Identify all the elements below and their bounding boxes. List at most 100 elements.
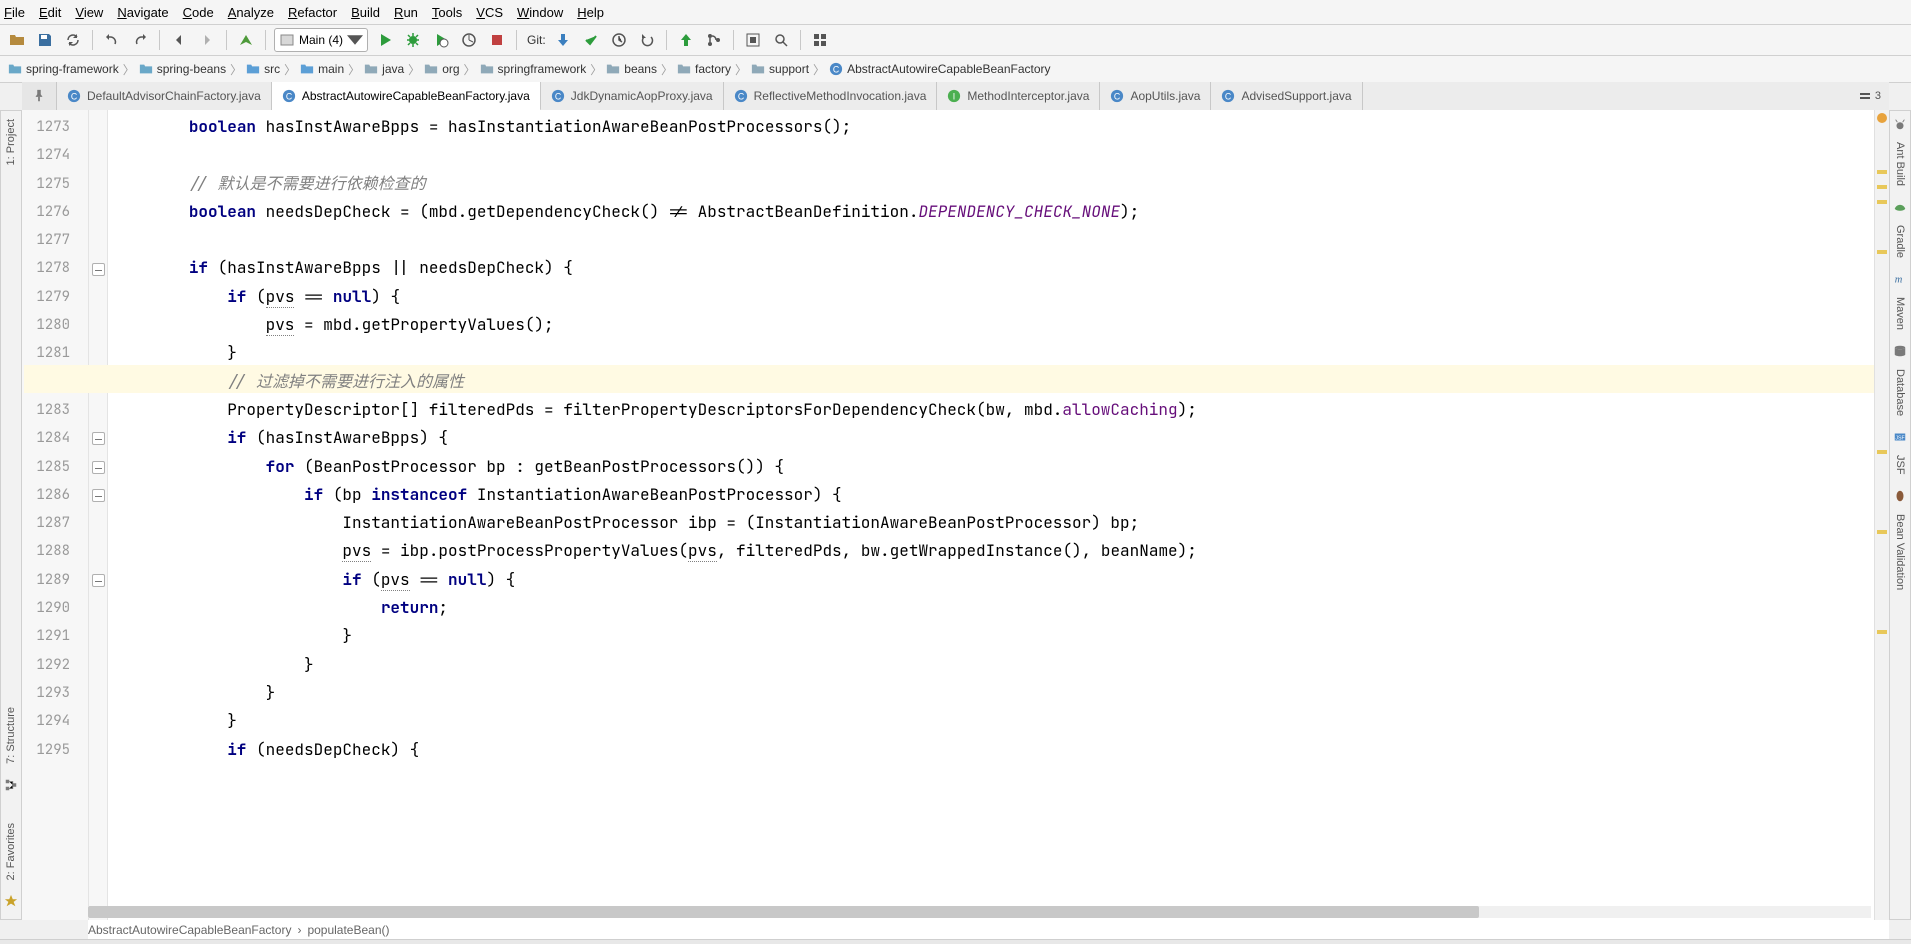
line-number[interactable]: 1284 [22, 424, 88, 452]
tab-overflow[interactable]: 3 [1851, 82, 1889, 110]
tool-window-gradle[interactable]: Gradle [1892, 217, 1908, 266]
menu-tools[interactable]: Tools [432, 5, 462, 20]
fold-toggle[interactable] [92, 489, 105, 502]
code-line[interactable]: } [112, 622, 1874, 650]
breadcrumb-src[interactable]: src [246, 62, 280, 76]
code-line[interactable]: boolean hasInstAwareBpps = hasInstantiat… [112, 113, 1874, 141]
ide-settings-button[interactable] [742, 29, 764, 51]
line-number[interactable]: 1277 [22, 226, 88, 254]
breadcrumb-factory[interactable]: factory [677, 62, 731, 76]
breadcrumb-main[interactable]: main [300, 62, 344, 76]
fold-toggle[interactable] [92, 461, 105, 474]
tool-window-jsf[interactable]: JSF [1892, 447, 1908, 483]
menu-navigate[interactable]: Navigate [117, 5, 168, 20]
forward-button[interactable] [196, 29, 218, 51]
line-number[interactable]: 1275 [22, 170, 88, 198]
code-line[interactable]: if (hasInstAwareBpps) { [112, 424, 1874, 452]
line-number[interactable]: 1285 [22, 453, 88, 481]
tab-pin-icon[interactable] [22, 82, 57, 110]
vcs-commit-button[interactable] [580, 29, 602, 51]
build-button[interactable] [235, 29, 257, 51]
line-number[interactable]: 1291 [22, 622, 88, 650]
editor-tab[interactable]: CAbstractAutowireCapableBeanFactory.java [272, 82, 541, 111]
menu-file[interactable]: File [4, 5, 25, 20]
menu-code[interactable]: Code [183, 5, 214, 20]
fold-toggle[interactable] [92, 263, 105, 276]
fold-toggle[interactable] [92, 432, 105, 445]
code-line[interactable]: if (pvs == null) { [112, 566, 1874, 594]
code-line[interactable]: } [112, 339, 1874, 367]
code-line[interactable]: // 默认是不需要进行依赖检查的 [112, 170, 1874, 198]
vcs-revert-button[interactable] [636, 29, 658, 51]
line-number[interactable]: 1294 [22, 707, 88, 735]
vcs-update-button[interactable] [552, 29, 574, 51]
line-number[interactable]: 1276 [22, 198, 88, 226]
vcs-push-button[interactable] [675, 29, 697, 51]
menu-run[interactable]: Run [394, 5, 418, 20]
breadcrumb-java[interactable]: java [364, 62, 404, 76]
menu-vcs[interactable]: VCS [476, 5, 503, 20]
editor-horizontal-scrollbar[interactable] [88, 906, 1871, 918]
line-number[interactable]: 1295 [22, 736, 88, 764]
error-stripe[interactable] [1874, 110, 1889, 920]
code-line[interactable] [112, 226, 1874, 254]
code-line[interactable]: for (BeanPostProcessor bp : getBeanPostP… [112, 453, 1874, 481]
editor-crumb-class[interactable]: AbstractAutowireCapableBeanFactory [88, 923, 291, 937]
code-line[interactable] [112, 141, 1874, 169]
code-line[interactable]: } [112, 707, 1874, 735]
breadcrumb-support[interactable]: support [751, 62, 809, 76]
save-all-button[interactable] [34, 29, 56, 51]
editor-tab[interactable]: CReflectiveMethodInvocation.java [724, 82, 938, 110]
coverage-button[interactable] [430, 29, 452, 51]
code-line[interactable]: return; [112, 594, 1874, 622]
line-number[interactable]: 1290 [22, 594, 88, 622]
editor-crumb-method[interactable]: populateBean() [307, 923, 389, 937]
tool-window-maven[interactable]: Maven [1892, 289, 1908, 338]
stop-button[interactable] [486, 29, 508, 51]
menu-analyze[interactable]: Analyze [228, 5, 274, 20]
fold-toggle[interactable] [92, 574, 105, 587]
line-number[interactable]: 1274 [22, 141, 88, 169]
code-line[interactable]: pvs = mbd.getPropertyValues(); [112, 311, 1874, 339]
back-button[interactable] [168, 29, 190, 51]
code-line[interactable]: InstantiationAwareBeanPostProcessor ibp … [112, 509, 1874, 537]
run-button[interactable] [374, 29, 396, 51]
open-button[interactable] [6, 29, 28, 51]
menu-view[interactable]: View [75, 5, 103, 20]
code-line[interactable]: boolean needsDepCheck = (mbd.getDependen… [112, 198, 1874, 226]
code-line[interactable]: pvs = ibp.postProcessPropertyValues(pvs,… [112, 537, 1874, 565]
line-number-gutter[interactable]: 1273127412751276127712781279128012811282… [22, 110, 89, 920]
breadcrumb-abstractautowirecapablebeanfactory[interactable]: CAbstractAutowireCapableBeanFactory [829, 62, 1050, 76]
tool-window-structure[interactable]: 7: Structure [3, 699, 19, 772]
breadcrumb-org[interactable]: org [424, 62, 459, 76]
line-number[interactable]: 1287 [22, 509, 88, 537]
breadcrumb-spring-framework[interactable]: spring-framework [8, 62, 119, 76]
tool-window-favorites[interactable]: 2: Favorites [3, 815, 19, 888]
menu-window[interactable]: Window [517, 5, 563, 20]
code-line[interactable]: if (pvs == null) { [112, 283, 1874, 311]
line-number[interactable]: 1289 [22, 566, 88, 594]
breadcrumb-spring-beans[interactable]: spring-beans [139, 62, 226, 76]
editor-breadcrumb[interactable]: AbstractAutowireCapableBeanFactory › pop… [88, 920, 1889, 940]
line-number[interactable]: 1279 [22, 283, 88, 311]
code-line[interactable]: PropertyDescriptor[] filteredPds = filte… [112, 396, 1874, 424]
line-number[interactable]: 1278 [22, 254, 88, 282]
code-line[interactable]: if (hasInstAwareBpps || needsDepCheck) { [112, 254, 1874, 282]
redo-button[interactable] [129, 29, 151, 51]
tool-window-ant-build[interactable]: Ant Build [1892, 134, 1908, 194]
run-config-combo[interactable]: Main (4) [274, 28, 368, 52]
menu-refactor[interactable]: Refactor [288, 5, 337, 20]
line-number[interactable]: 1273 [22, 113, 88, 141]
editor-tab[interactable]: CDefaultAdvisorChainFactory.java [57, 82, 272, 110]
line-number[interactable]: 1280 [22, 311, 88, 339]
code-editor[interactable]: boolean hasInstAwareBpps = hasInstantiat… [108, 110, 1874, 920]
line-number[interactable]: 1286 [22, 481, 88, 509]
vcs-branch-button[interactable] [703, 29, 725, 51]
line-number[interactable]: 1293 [22, 679, 88, 707]
tool-window-database[interactable]: Database [1892, 361, 1908, 424]
editor-tab[interactable]: IMethodInterceptor.java [937, 82, 1100, 110]
tool-window-bean-validation[interactable]: Bean Validation [1892, 506, 1908, 598]
editor-tab[interactable]: CAdvisedSupport.java [1211, 82, 1362, 110]
editor-tab[interactable]: CAopUtils.java [1100, 82, 1211, 110]
line-number[interactable]: 1281 [22, 339, 88, 367]
